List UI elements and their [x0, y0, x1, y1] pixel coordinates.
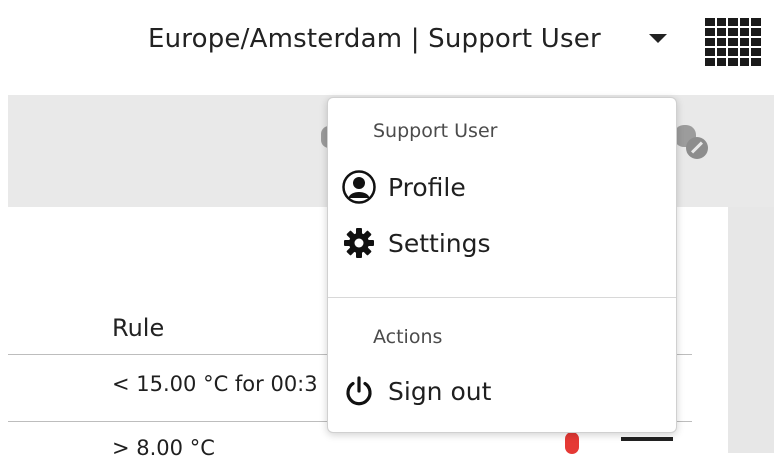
- right-gutter: [728, 207, 774, 453]
- menu-item-label: Sign out: [388, 376, 492, 406]
- column-header-rule: Rule: [112, 314, 165, 342]
- app-grid-icon[interactable]: [705, 18, 761, 66]
- top-header: Europe/Amsterdam | Support User: [0, 0, 774, 92]
- table-cell-rule: < 15.00 °C for 00:3: [112, 372, 318, 396]
- gear-icon: [342, 226, 376, 260]
- user-menu-dropdown: Support User Profile Settings Actions Si…: [327, 97, 677, 433]
- power-icon: [342, 374, 376, 408]
- menu-actions-heading: Actions: [373, 326, 443, 348]
- menu-item-sign-out[interactable]: Sign out: [342, 374, 491, 408]
- menu-item-profile[interactable]: Profile: [342, 170, 466, 204]
- user-circle-icon: [342, 170, 376, 204]
- menu-item-label: Settings: [388, 228, 491, 258]
- table-cell-rule: > 8.00 °C: [112, 436, 215, 460]
- menu-divider: [328, 297, 676, 298]
- menu-item-settings[interactable]: Settings: [342, 226, 491, 260]
- menu-item-label: Profile: [388, 172, 466, 202]
- menu-user-heading: Support User: [373, 120, 498, 142]
- row-control[interactable]: [621, 437, 673, 441]
- status-indicator: [565, 432, 579, 454]
- caret-down-icon[interactable]: [649, 34, 667, 43]
- timezone-user-label[interactable]: Europe/Amsterdam | Support User: [148, 24, 601, 54]
- ban-icon[interactable]: [686, 137, 708, 159]
